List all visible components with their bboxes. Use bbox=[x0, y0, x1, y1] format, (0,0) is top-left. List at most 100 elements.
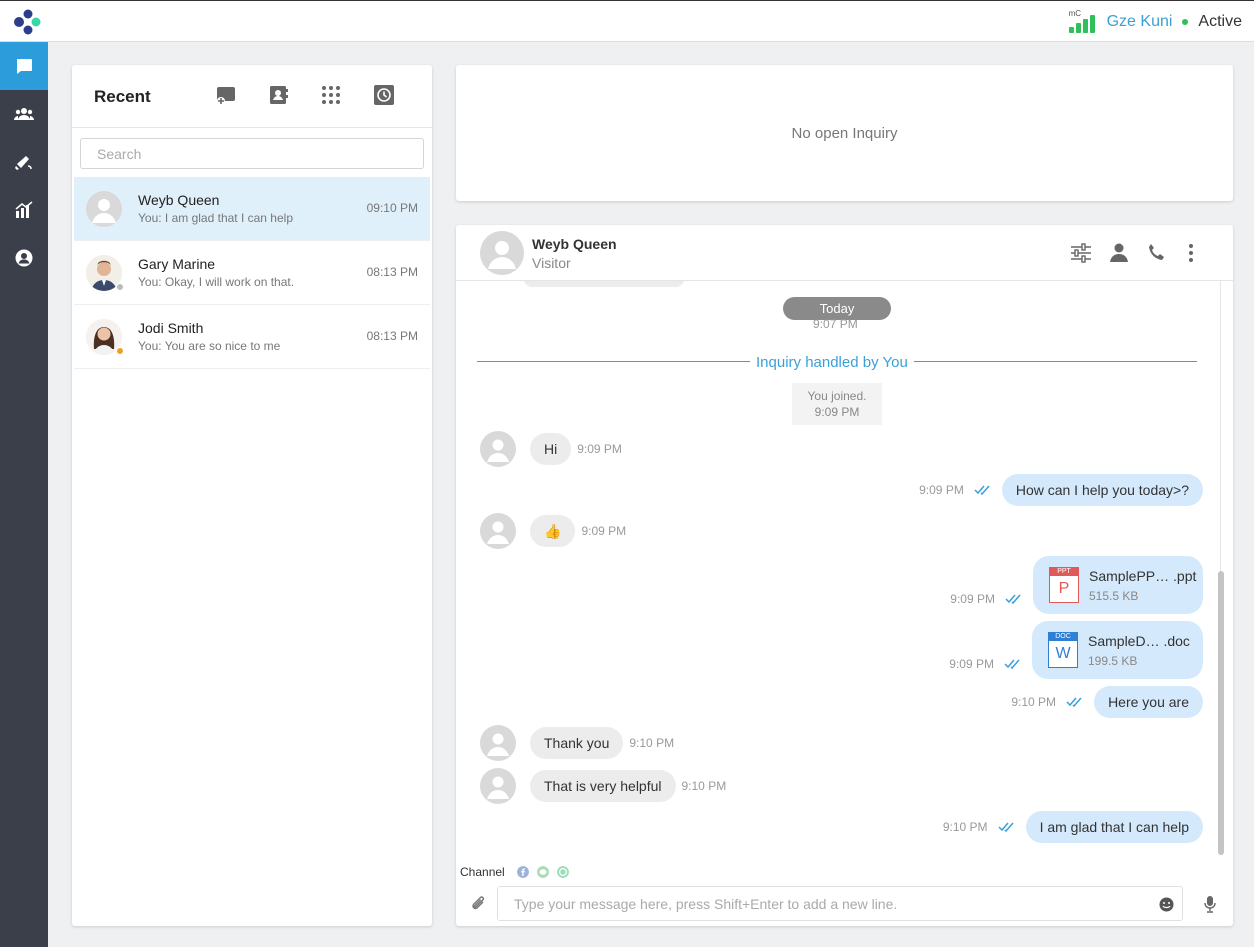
message-bubble[interactable]: That is very helpful bbox=[530, 770, 676, 802]
message-time: 9:10 PM bbox=[681, 779, 727, 793]
avatar bbox=[480, 513, 516, 549]
outgoing-file-message: 9:09 PM DOC W SampleD… .doc 199.5 KB bbox=[949, 621, 1203, 679]
contact-name: Weyb Queen bbox=[138, 192, 220, 208]
microphone-icon[interactable] bbox=[1203, 895, 1217, 913]
message-bubble[interactable]: How can I help you today>? bbox=[1001, 474, 1203, 506]
rail-chat[interactable] bbox=[0, 42, 48, 90]
read-receipt-icon bbox=[998, 822, 1014, 833]
message-bubble[interactable]: 👍 bbox=[530, 515, 576, 547]
rail-profile[interactable] bbox=[0, 234, 48, 282]
list-item[interactable]: Gary Marine You: Okay, I will work on th… bbox=[74, 241, 430, 305]
facebook-channel-icon[interactable] bbox=[516, 866, 529, 878]
phone-icon[interactable] bbox=[1146, 242, 1168, 264]
message-time: 08:13 PM bbox=[366, 329, 418, 343]
incoming-message: That is very helpful 9:10 PM bbox=[480, 768, 726, 804]
read-receipt-icon bbox=[974, 485, 990, 496]
avatar bbox=[86, 191, 122, 227]
incoming-message: 👍 9:09 PM bbox=[480, 513, 626, 549]
conversation-list: Weyb Queen You: I am glad that I can hel… bbox=[74, 177, 430, 369]
contact-name: Jodi Smith bbox=[138, 320, 204, 336]
message-list[interactable]: Today 9:07 PM Inquiry handled by You You… bbox=[456, 281, 1218, 855]
nav-rail bbox=[0, 42, 48, 947]
message-bubble[interactable]: Thank you bbox=[530, 727, 624, 759]
message-scrollbar[interactable] bbox=[1217, 281, 1225, 855]
message-time: 9:09 PM bbox=[950, 592, 995, 606]
avatar bbox=[480, 725, 516, 761]
recent-title: Recent bbox=[94, 87, 151, 106]
apps-grid-icon[interactable] bbox=[320, 84, 342, 106]
status-dot bbox=[1182, 19, 1189, 25]
message-preview: You: You are so nice to me bbox=[138, 339, 281, 353]
file-size: 199.5 KB bbox=[1088, 654, 1138, 668]
user-status-area[interactable]: mC Gze Kuni Active bbox=[1068, 9, 1242, 33]
message-time: 9:10 PM bbox=[629, 736, 675, 750]
attach-icon[interactable] bbox=[470, 895, 488, 913]
recent-header: Recent bbox=[72, 65, 432, 128]
message-preview: You: I am glad that I can help bbox=[138, 211, 293, 225]
read-receipt-icon bbox=[1005, 594, 1021, 605]
wechat-channel-icon[interactable] bbox=[536, 866, 549, 878]
scrollbar-thumb[interactable] bbox=[1218, 571, 1224, 855]
channel-label: Channel bbox=[460, 865, 505, 879]
rail-campaign[interactable] bbox=[0, 138, 48, 186]
search-input[interactable] bbox=[80, 138, 424, 169]
analytics-icon bbox=[15, 201, 33, 218]
user-info-icon[interactable] bbox=[1108, 242, 1130, 264]
emoji-icon[interactable] bbox=[1159, 897, 1174, 912]
message-bubble[interactable]: Hi bbox=[530, 433, 572, 465]
message-input[interactable] bbox=[498, 887, 1138, 920]
ppt-file-icon: PPT P bbox=[1049, 567, 1079, 603]
history-icon[interactable] bbox=[373, 84, 395, 106]
presence-offline-dot bbox=[116, 283, 124, 291]
message-time: 08:13 PM bbox=[366, 265, 418, 279]
user-name[interactable]: Gze Kuni bbox=[1107, 13, 1173, 31]
file-attachment[interactable]: PPT P SamplePP… .ppt 515.5 KB bbox=[1033, 556, 1203, 614]
list-item[interactable]: Jodi Smith You: You are so nice to me 08… bbox=[74, 305, 430, 369]
message-composer bbox=[497, 886, 1183, 921]
filter-settings-icon[interactable] bbox=[1070, 242, 1092, 264]
recent-panel: Recent Weyb Queen You: I am glad that I … bbox=[72, 65, 432, 926]
chat-header: Weyb Queen Visitor bbox=[456, 225, 1233, 281]
chat-contact-name[interactable]: Weyb Queen bbox=[532, 236, 617, 252]
profile-icon bbox=[15, 249, 33, 267]
team-icon bbox=[14, 108, 34, 120]
presence-away-dot bbox=[116, 347, 124, 355]
list-item[interactable]: Weyb Queen You: I am glad that I can hel… bbox=[74, 177, 430, 241]
app-logo-icon[interactable] bbox=[13, 9, 41, 35]
system-message: You joined. 9:09 PM bbox=[792, 383, 882, 425]
read-receipt-icon bbox=[1066, 697, 1082, 708]
more-options-icon[interactable] bbox=[1180, 242, 1202, 264]
new-chat-icon[interactable] bbox=[215, 84, 237, 106]
rail-team[interactable] bbox=[0, 90, 48, 138]
chat-panel: Weyb Queen Visitor Today 9:07 PM Inquiry… bbox=[456, 225, 1233, 926]
inquiry-panel: No open Inquiry bbox=[456, 65, 1233, 201]
message-time: 9:09 PM bbox=[919, 483, 964, 497]
message-bubble[interactable]: Here you are bbox=[1094, 686, 1203, 718]
message-time: 9:10 PM bbox=[942, 820, 988, 834]
rail-analytics[interactable] bbox=[0, 186, 48, 234]
chat-icon bbox=[17, 59, 32, 74]
previous-message-stub bbox=[524, 281, 684, 287]
message-bubble[interactable]: I am glad that I can help bbox=[1025, 811, 1203, 843]
system-message-time: 9:09 PM bbox=[814, 405, 860, 419]
campaign-icon bbox=[15, 156, 32, 170]
message-time: 9:09 PM bbox=[581, 524, 627, 538]
file-attachment[interactable]: DOC W SampleD… .doc 199.5 KB bbox=[1032, 621, 1203, 679]
user-status[interactable]: Active bbox=[1198, 13, 1242, 31]
avatar[interactable] bbox=[480, 231, 524, 275]
whatsapp-channel-icon[interactable] bbox=[556, 866, 569, 878]
message-time: 9:09 PM bbox=[577, 442, 622, 456]
avatar bbox=[480, 768, 516, 804]
system-message-text: You joined. bbox=[807, 389, 867, 403]
outgoing-file-message: 9:09 PM PPT P SamplePP… .ppt 515.5 KB bbox=[950, 556, 1203, 614]
contacts-icon[interactable] bbox=[267, 84, 289, 106]
read-receipt-icon bbox=[1004, 659, 1020, 670]
network-label: mC bbox=[1068, 9, 1082, 18]
message-time: 9:10 PM bbox=[1011, 695, 1057, 709]
no-inquiry-text: No open Inquiry bbox=[791, 124, 898, 142]
outgoing-message: 9:09 PM How can I help you today>? bbox=[919, 474, 1203, 506]
outgoing-message: 9:10 PM Here you are bbox=[1011, 686, 1203, 718]
network-signal-icon: mC bbox=[1068, 9, 1101, 33]
doc-file-icon: DOC W bbox=[1048, 632, 1078, 668]
message-time: 09:10 PM bbox=[366, 201, 418, 215]
